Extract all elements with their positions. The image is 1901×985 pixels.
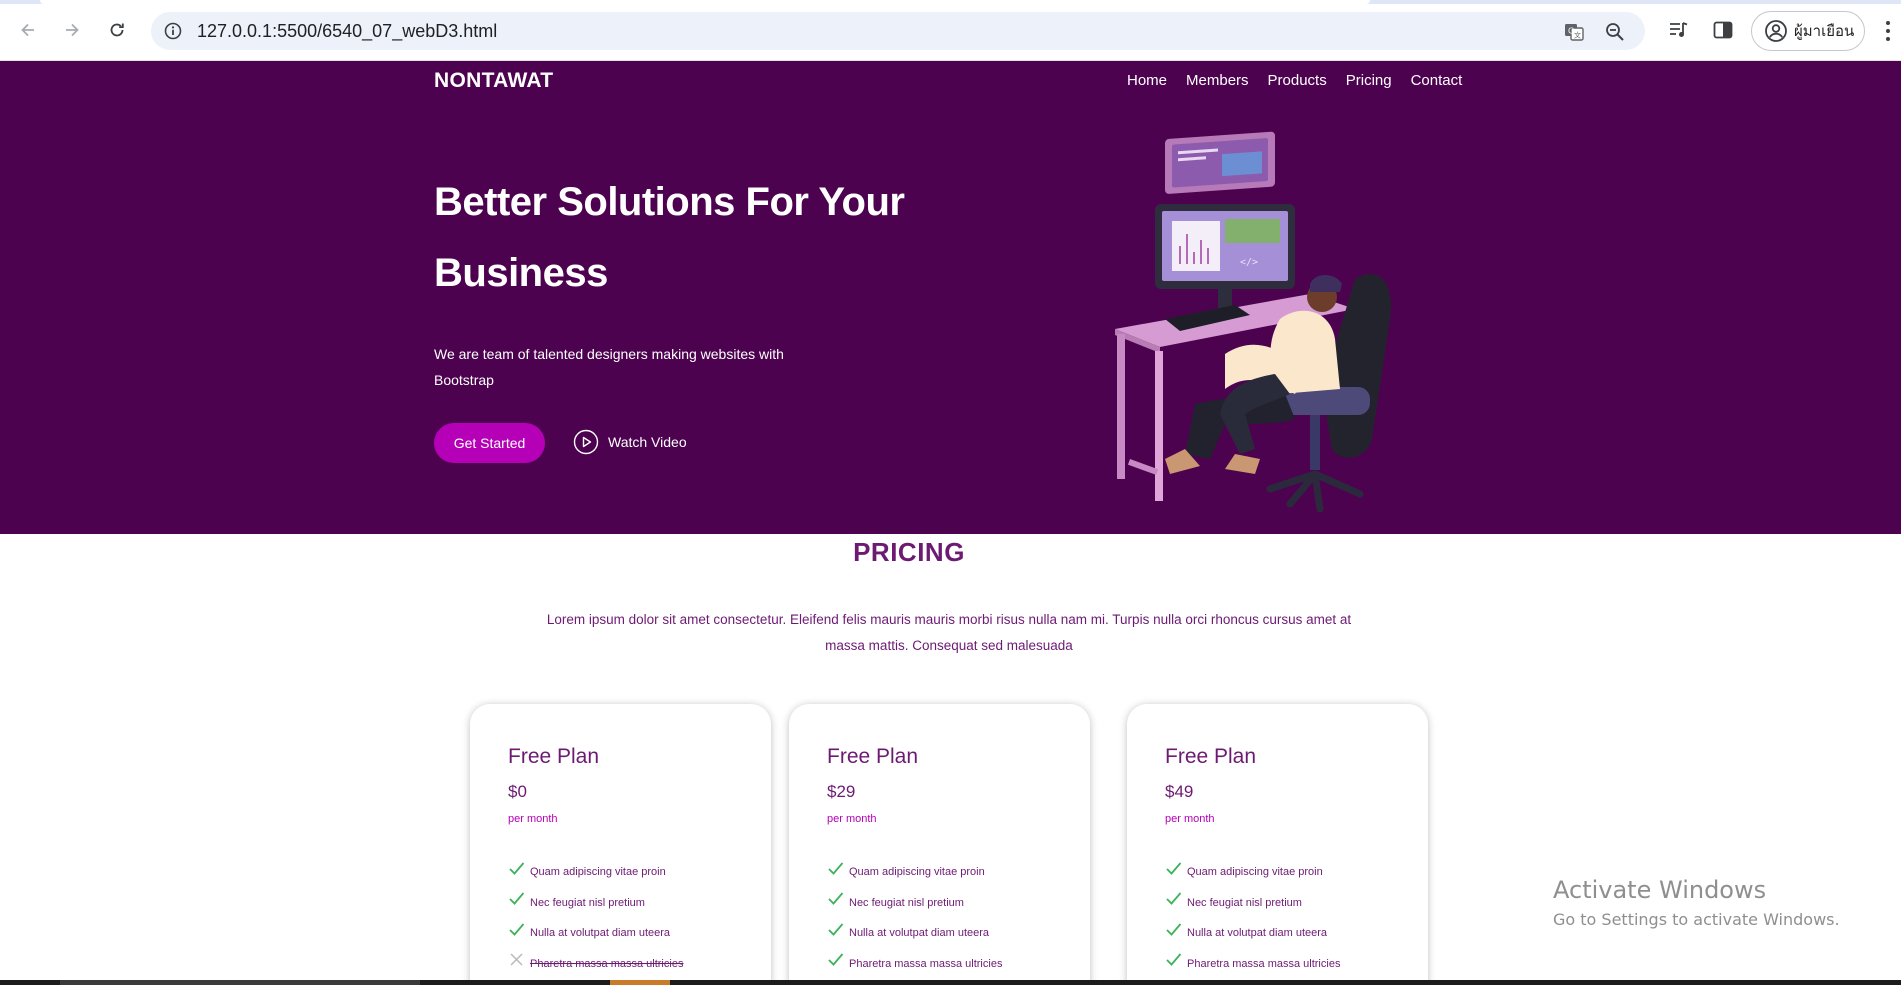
feature-item: Nulla at volutpat diam uteera xyxy=(508,918,683,949)
x-icon xyxy=(510,953,523,966)
brand-logo[interactable]: NONTAWAT xyxy=(434,69,553,93)
feature-item: Quam adipiscing vitae proin xyxy=(827,857,1002,888)
nav-link-products[interactable]: Products xyxy=(1268,72,1327,89)
check-icon xyxy=(1166,923,1182,936)
reload-icon[interactable] xyxy=(103,16,131,44)
hero-section: NONTAWAT Home Members Products Pricing C… xyxy=(0,61,1901,534)
plan-name: Free Plan xyxy=(1165,745,1257,768)
info-icon[interactable] xyxy=(163,21,183,41)
nav-link-members[interactable]: Members xyxy=(1186,72,1249,89)
watermark-subtitle: Go to Settings to activate Windows. xyxy=(1553,910,1840,929)
hero-subtitle: We are team of talented designers making… xyxy=(434,346,784,388)
tab-strip xyxy=(0,0,1901,4)
feature-list: Quam adipiscing vitae proin Nec feugiat … xyxy=(1165,857,1340,979)
profile-icon xyxy=(1765,20,1787,42)
plan-name: Free Plan xyxy=(508,745,600,768)
more-menu-icon[interactable] xyxy=(1885,20,1891,42)
feature-list: Quam adipiscing vitae proin Nec feugiat … xyxy=(827,857,1002,979)
pricing-card: Free Plan $0 per month Quam adipiscing v… xyxy=(470,704,771,985)
feature-item: Nec feugiat nisl pretium xyxy=(508,888,683,919)
watch-video-button[interactable]: Watch Video xyxy=(573,429,687,455)
play-circle-icon xyxy=(573,429,599,455)
feature-list: Quam adipiscing vitae proin Nec feugiat … xyxy=(508,857,683,979)
plan-period: per month xyxy=(1165,813,1215,825)
pricing-title: PRICING xyxy=(853,537,965,567)
feature-item: Nec feugiat nisl pretium xyxy=(827,888,1002,919)
back-arrow-icon[interactable] xyxy=(14,16,42,44)
pricing-description: Lorem ipsum dolor sit amet consectetur. … xyxy=(546,612,1352,653)
nav-link-contact[interactable]: Contact xyxy=(1411,72,1463,89)
check-icon xyxy=(828,892,844,906)
feature-item: Quam adipiscing vitae proin xyxy=(508,857,683,888)
feature-item: Pharetra massa massa ultricies xyxy=(1165,949,1340,980)
check-icon xyxy=(1166,892,1182,906)
forward-arrow-icon[interactable] xyxy=(58,16,86,44)
plan-name: Free Plan xyxy=(827,745,919,768)
plan-price: $49 xyxy=(1165,782,1194,801)
nav-link-home[interactable]: Home xyxy=(1127,72,1167,89)
check-icon xyxy=(1166,862,1182,875)
side-panel-icon[interactable] xyxy=(1712,19,1734,41)
pricing-card: Free Plan $49 per month Quam adipiscing … xyxy=(1127,704,1428,985)
main-nav: Home Members Products Pricing Contact xyxy=(1127,72,1462,89)
url-text[interactable]: 127.0.0.1:5500/6540_07_webD3.html xyxy=(197,21,497,42)
hero-title: Better Solutions For Your Business xyxy=(434,180,905,295)
taskbar xyxy=(0,980,1901,985)
get-started-button[interactable]: Get Started xyxy=(434,423,545,463)
plan-price: $0 xyxy=(508,782,527,801)
check-icon xyxy=(509,862,525,875)
svg-text:文: 文 xyxy=(1574,31,1581,40)
profile-label: ผู้มาเยือน xyxy=(1794,23,1855,40)
plan-period: per month xyxy=(827,813,877,825)
feature-item: Nec feugiat nisl pretium xyxy=(1165,888,1340,919)
profile-button[interactable]: ผู้มาเยือน xyxy=(1751,11,1865,51)
check-icon xyxy=(509,923,525,936)
watermark-title: Activate Windows xyxy=(1553,876,1767,904)
plan-period: per month xyxy=(508,813,558,825)
check-icon xyxy=(828,862,844,875)
activate-windows-watermark: Activate Windows Go to Settings to activ… xyxy=(1553,876,1840,929)
svg-text:</>: </> xyxy=(1240,257,1258,268)
watch-video-label: Watch Video xyxy=(608,434,687,450)
taskbar-item[interactable] xyxy=(60,980,420,985)
check-icon xyxy=(509,892,525,906)
check-icon xyxy=(1166,953,1182,967)
taskbar-item[interactable] xyxy=(610,980,670,985)
media-control-icon[interactable] xyxy=(1668,19,1690,41)
plan-price: $29 xyxy=(827,782,856,801)
active-tab[interactable] xyxy=(40,0,1370,4)
nav-link-pricing[interactable]: Pricing xyxy=(1346,72,1392,89)
check-icon xyxy=(828,923,844,936)
check-icon xyxy=(828,953,844,967)
address-bar[interactable]: 127.0.0.1:5500/6540_07_webD3.html G文 xyxy=(151,12,1645,50)
zoom-icon[interactable] xyxy=(1604,21,1626,43)
hero-illustration: </> xyxy=(1115,131,1391,513)
feature-item: Nulla at volutpat diam uteera xyxy=(1165,918,1340,949)
feature-item: Nulla at volutpat diam uteera xyxy=(827,918,1002,949)
pricing-card: Free Plan $29 per month Quam adipiscing … xyxy=(789,704,1090,985)
feature-item: Pharetra massa massa ultricies xyxy=(827,949,1002,980)
browser-toolbar: 127.0.0.1:5500/6540_07_webD3.html G文 ผู้… xyxy=(0,0,1901,61)
translate-icon[interactable]: G文 xyxy=(1563,21,1585,43)
feature-item: Quam adipiscing vitae proin xyxy=(1165,857,1340,888)
feature-item-unavailable: Pharetra massa massa ultricies xyxy=(508,949,683,980)
